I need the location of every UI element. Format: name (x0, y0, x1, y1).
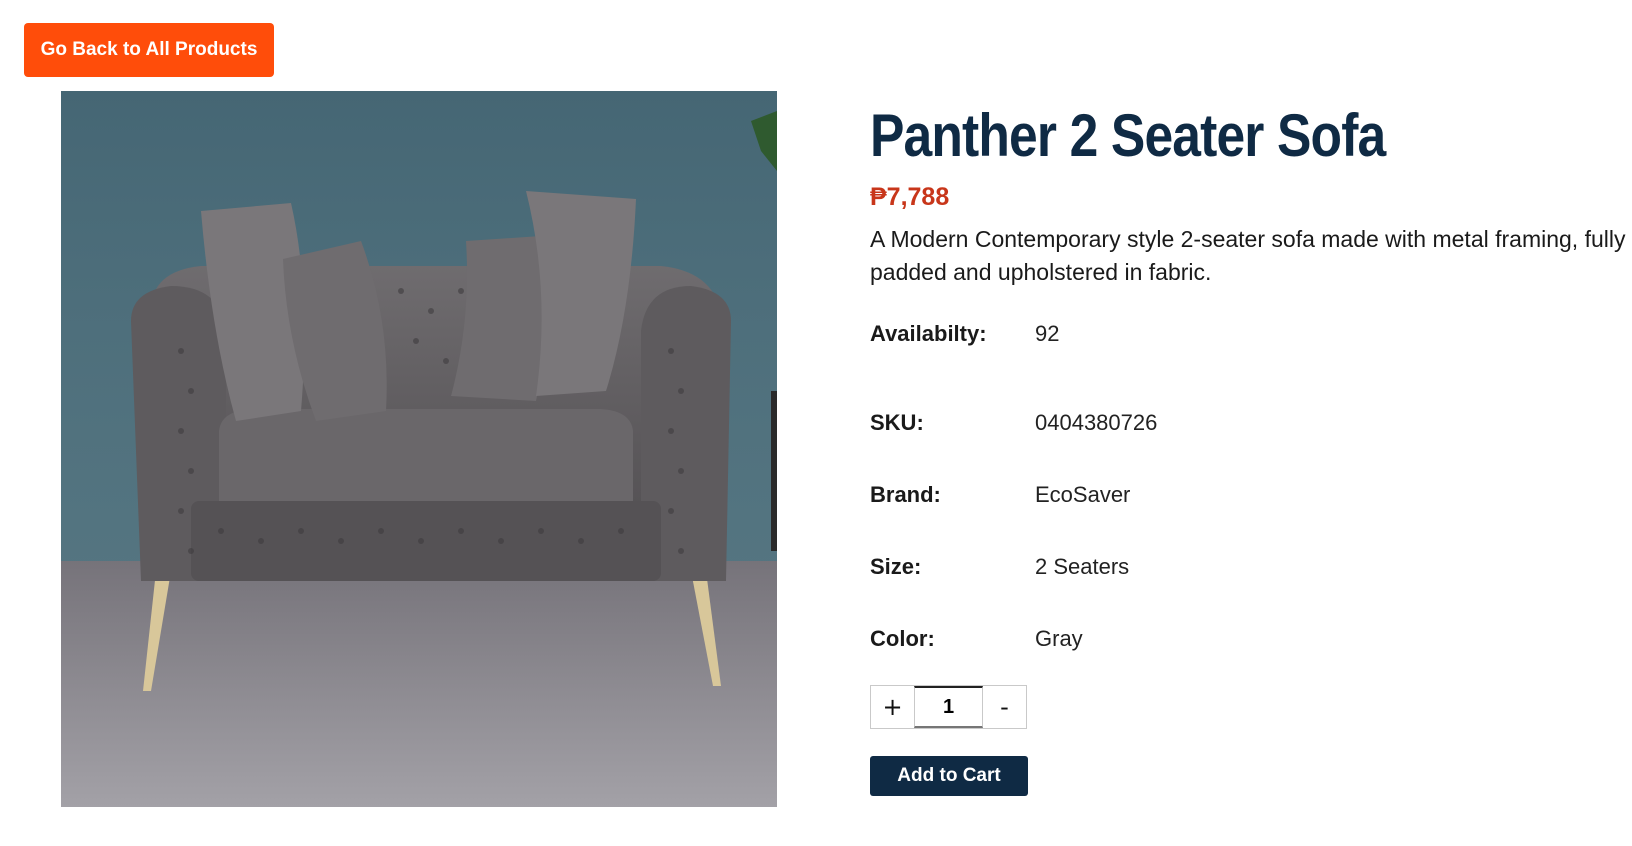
attribute-label: Size: (870, 554, 922, 579)
attribute-value: 2 Seaters (1035, 554, 1130, 579)
attribute-size: Size: 2 Seaters (870, 531, 1630, 603)
product-attributes: Availabilty: 92 SKU: 0404380726 Brand: E… (870, 315, 1630, 675)
product-title: Panther 2 Seater Sofa (870, 102, 1386, 169)
add-to-cart-button[interactable]: Add to Cart (870, 756, 1028, 796)
decrement-button[interactable]: - (983, 686, 1026, 728)
product-image (61, 91, 777, 807)
attribute-sku: SKU: 0404380726 (870, 387, 1630, 459)
attribute-value: 92 (1035, 321, 1060, 346)
attribute-value: EcoSaver (1035, 482, 1131, 507)
attribute-value: 0404380726 (1035, 410, 1158, 435)
attribute-label: Availabilty: (870, 321, 987, 346)
attribute-brand: Brand: EcoSaver (870, 459, 1630, 531)
attribute-availability: Availabilty: 92 (870, 315, 1630, 353)
attribute-label: Color: (870, 626, 935, 651)
back-to-products-button[interactable]: Go Back to All Products (24, 23, 274, 77)
product-price: ₱7,788 (870, 183, 950, 211)
attribute-color: Color: Gray (870, 603, 1630, 675)
product-info: Panther 2 Seater Sofa ₱7,788 A Modern Co… (870, 96, 1630, 675)
attribute-label: Brand: (870, 482, 941, 507)
product-detail-page: Go Back to All Products Panther 2 Seater… (0, 0, 1632, 846)
increment-button[interactable]: + (871, 686, 914, 728)
attribute-value: Gray (1035, 626, 1083, 651)
quantity-stepper: + - (870, 685, 1027, 729)
attribute-label: SKU: (870, 410, 924, 435)
product-description: A Modern Contemporary style 2-seater sof… (870, 226, 1626, 285)
quantity-input[interactable] (914, 686, 983, 728)
